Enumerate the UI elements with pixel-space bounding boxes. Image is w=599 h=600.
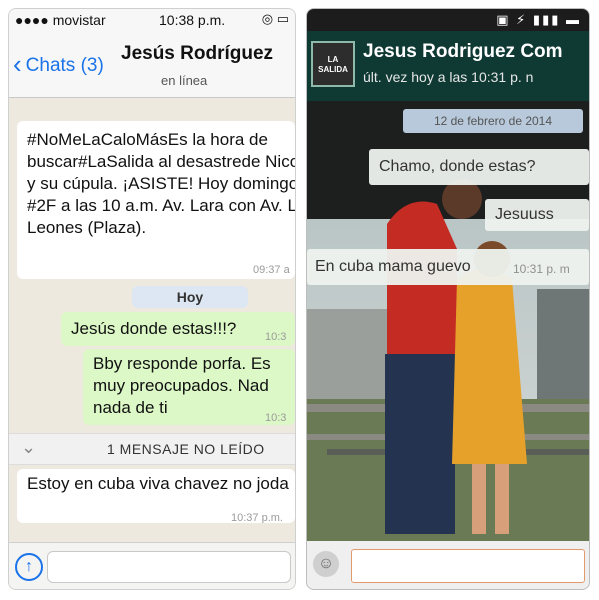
message-text: Estoy en cuba viva chavez no joda (27, 474, 289, 493)
message-text: Jesús donde estas!!!? (71, 319, 237, 338)
date-separator: 12 de febrero de 2014 (403, 109, 583, 133)
status-icons: ◎ ▭ (261, 11, 289, 26)
message-bubble-incoming[interactable]: En cuba mama guevo 10:31 p. m (307, 249, 589, 285)
message-bubble-incoming[interactable]: Estoy en cuba viva chavez no joda 10:37 … (17, 469, 295, 523)
carrier-label: ●●●● movistar (15, 12, 106, 28)
message-bubble-outgoing[interactable]: Jesuuss (485, 199, 589, 231)
contact-status: últ. vez hoy a las 10:31 p. n (363, 69, 534, 85)
chevron-down-icon[interactable]: ⌄ (21, 437, 36, 458)
message-bubble-incoming[interactable]: #NoMeLaCaloMásEs la hora de buscar#LaSal… (17, 121, 295, 279)
message-bubble-outgoing[interactable]: Jesús donde estas!!!? 10:3 (61, 312, 295, 346)
contact-status: en línea (161, 73, 208, 88)
message-text: #NoMeLaCaloMásEs la hora de buscar#LaSal… (27, 130, 295, 237)
contact-name[interactable]: Jesús Rodríguez (121, 43, 273, 65)
message-text: Chamo, donde estas? (379, 158, 536, 175)
emoji-icon[interactable]: ☺ (313, 551, 339, 577)
clock: 10:38 p.m. (159, 12, 226, 28)
status-icons: ▣ ⚡ ▮▮▮ ▬ (496, 12, 581, 27)
message-time: 10:3 (265, 331, 287, 343)
share-icon[interactable]: ↑ (15, 553, 43, 581)
message-input[interactable] (47, 551, 291, 583)
message-time: 10:31 p. m (513, 262, 570, 276)
day-separator: Hoy (132, 286, 248, 308)
message-time: 10:3 (265, 412, 287, 424)
avatar[interactable]: LA SALIDA (311, 41, 355, 87)
status-bar: ▣ ⚡ ▮▮▮ ▬ (307, 9, 589, 31)
ios-whatsapp-screenshot: ●●●● movistar 10:38 p.m. ◎ ▭ ‹ Chats (3) … (8, 8, 296, 590)
message-input[interactable] (351, 549, 585, 583)
message-time: 10:37 p.m. (231, 512, 283, 523)
back-label: Chats (3) (25, 55, 104, 76)
unread-label: 1 MENSAJE NO LEÍDO (107, 441, 265, 457)
android-whatsapp-screenshot: ▣ ⚡ ▮▮▮ ▬ LA SALIDA Jesus Rodriguez Com … (306, 8, 590, 590)
message-bubble-outgoing[interactable]: Bby responde porfa. Es muy preocupados. … (83, 349, 295, 425)
message-bubble-outgoing[interactable]: Chamo, donde estas? (369, 149, 589, 185)
status-bar: ●●●● movistar 10:38 p.m. ◎ ▭ (9, 9, 295, 31)
message-time: 09:37 a (253, 264, 290, 276)
message-text: En cuba mama guevo (315, 258, 471, 275)
message-input-bar: ☺ (307, 541, 589, 589)
chat-header: LA SALIDA Jesus Rodriguez Com últ. vez h… (307, 31, 589, 101)
unread-banner: ⌄ 1 MENSAJE NO LEÍDO (9, 433, 295, 465)
message-input-bar: ↑ (9, 542, 295, 589)
chevron-left-icon: ‹ (13, 49, 22, 79)
contact-name[interactable]: Jesus Rodriguez Com (363, 41, 563, 63)
chat-header: ‹ Chats (3) Jesús Rodríguez en línea (9, 31, 295, 98)
message-text: Jesuuss (495, 206, 554, 223)
back-button[interactable]: ‹ Chats (3) (13, 47, 104, 79)
